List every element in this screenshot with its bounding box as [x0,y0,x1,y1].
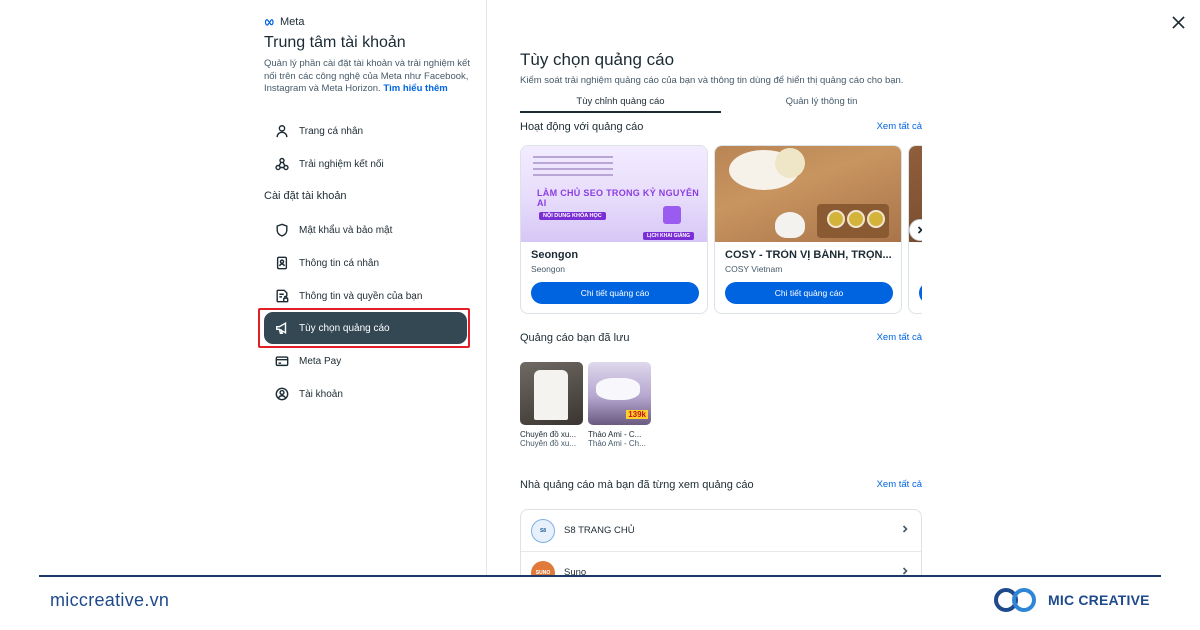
tab-bar: Tùy chỉnh quảng cáo Quản lý thông tin [520,94,922,114]
meta-logo-text: Meta [280,16,305,28]
ad-image-tag: NỘI DUNG KHÓA HỌC [539,212,606,220]
person-icon [274,123,290,139]
ad-image-text-lines [533,152,693,180]
mic-creative-logo-icon [994,588,1036,612]
saved-ad-subtitle: Thảo Ami - Ch... [588,439,646,448]
close-icon [1171,15,1185,29]
footer-brand-name: MIC CREATIVE [1048,592,1150,608]
sidebar-item-label: Thông tin cá nhân [299,257,380,269]
teapot-shape [775,212,805,238]
account-center-description: Quản lý phần cài đặt tài khoản và trải n… [264,58,474,96]
advertiser-name: Suno [564,567,587,575]
sidebar-item-label: Thông tin và quyền của bạn [299,290,423,302]
course-box-icon [663,206,681,224]
sidebar-item-connected-experiences[interactable]: Trải nghiệm kết nối [264,148,467,180]
connected-icon [274,156,290,172]
panel-divider [486,0,487,575]
price-badge: 139k [626,410,648,419]
sidebar-item-password-security[interactable]: Mật khẩu và bảo mật [264,214,467,246]
ad-details-button[interactable]: Chi tiết quảng cáo [531,282,699,304]
sidebar-item-profile[interactable]: Trang cá nhân [264,115,467,147]
advertiser-row[interactable]: S8 S8 TRANG CHỦ [521,510,921,551]
advertiser-name: Seongon [531,249,579,261]
meta-infinity-icon [264,19,274,26]
page-subtitle: Kiểm soát trải nghiệm quảng cáo của bạn … [520,75,904,86]
active-tab-indicator [520,111,721,113]
ad-details-button[interactable]: Chi tiết quảng cáo [725,282,893,304]
advertiser-avatar: S8 [531,518,555,543]
advertisers-heading: Nhà quảng cáo mà bạn đã từng xem quảng c… [520,479,754,491]
shoe-shape [596,378,640,400]
sidebar-item-label: Trải nghiệm kết nối [299,158,384,170]
ad-image-headline: LÀM CHỦ SEO TRONG KỶ NGUYÊN AI [537,188,700,208]
meta-logo: Meta [264,16,304,28]
advertisers-list: S8 S8 TRANG CHỦ SUNO Suno [520,509,922,575]
jacket-shape [534,370,568,420]
ad-activity-carousel: LÀM CHỦ SEO TRONG KỶ NGUYÊN AI NỘI DUNG … [520,145,922,315]
ad-image: LÀM CHỦ SEO TRONG KỶ NGUYÊN AI NỘI DUNG … [521,146,707,242]
saved-ad-thumbnail: 139k [588,362,651,425]
see-all-advertisers-link[interactable]: Xem tất cả [877,479,922,490]
tea-cup-shape [867,210,885,228]
sidebar-item-label: Tài khoản [299,388,343,400]
account-settings-label: Cài đặt tài khoản [264,190,347,202]
ad-preferences-panel: Tùy chọn quảng cáo Kiểm soát trải nghiệm… [520,0,922,575]
tea-cup-shape [847,210,865,228]
advertiser-name: COSY - TRÒN VỊ BÁNH, TRỌN... [725,249,892,261]
chevron-right-icon [917,226,922,234]
account-center-title: Trung tâm tài khoản [264,34,406,51]
id-card-icon [274,255,290,271]
saved-ads-heading: Quảng cáo bạn đã lưu [520,332,630,344]
sidebar-item-label: Trang cá nhân [299,125,364,137]
advertiser-subtitle: COSY Vietnam [725,264,783,274]
advertiser-row[interactable]: SUNO Suno [521,552,921,575]
sidebar-item-personal-details[interactable]: Thông tin cá nhân [264,247,467,279]
footer-divider [39,575,1161,577]
shield-icon [274,222,290,238]
info-lock-icon [274,288,290,304]
advertiser-subtitle: Seongon [531,264,566,274]
tab-customize-ads[interactable]: Tùy chỉnh quảng cáo [520,96,721,107]
account-circle-icon [274,386,290,402]
chevron-right-icon [901,567,909,575]
page-title: Tùy chọn quảng cáo [520,50,675,69]
saved-ad-thumbnail [520,362,583,425]
footer-brand: MIC CREATIVE [992,585,1150,615]
chevron-right-icon [901,525,909,533]
card-icon [274,353,290,369]
learn-more-link[interactable]: Tìm hiểu thêm [383,83,447,94]
advertiser-avatar: SUNO [531,560,555,575]
sidebar-item-accounts[interactable]: Tài khoản [264,378,467,410]
saved-ad-title: Thảo Ami - C... [588,430,642,439]
saved-ad-item[interactable]: 139k Thảo Ami - C... Thảo Ami - Ch... [588,362,652,448]
ad-card[interactable]: COSY - TRÒN VỊ BÁNH, TRỌN... COSY Vietna… [714,145,902,314]
tab-manage-info[interactable]: Quản lý thông tin [721,96,922,107]
see-all-activity-link[interactable]: Xem tất cả [877,121,922,132]
see-all-saved-link[interactable]: Xem tất cả [877,332,922,343]
account-center-sidebar: Meta Trung tâm tài khoản Quản lý phần cà… [250,0,486,575]
tea-cup-shape [827,210,845,228]
ad-card[interactable]: LÀM CHỦ SEO TRONG KỶ NGUYÊN AI NỘI DUNG … [520,145,708,314]
sidebar-item-meta-pay[interactable]: Meta Pay [264,345,467,377]
close-button[interactable] [1168,12,1188,32]
sidebar-item-label: Mật khẩu và bảo mật [299,224,393,236]
ad-image [715,146,901,242]
saved-ad-subtitle: Chuyên đồ xu... [520,439,577,448]
ad-details-button[interactable] [919,282,922,304]
plate-shape [775,148,805,178]
sidebar-item-label: Meta Pay [299,355,342,367]
footer-website: miccreative.vn [50,590,170,610]
saved-ad-item[interactable]: Chuyên đồ xu... Chuyên đồ xu... [520,362,584,448]
advertiser-name: S8 TRANG CHỦ [564,525,635,536]
highlight-box [258,308,470,348]
ad-image-tag: LỊCH KHAI GIẢNG [643,232,695,240]
saved-ad-title: Chuyên đồ xu... [520,430,577,439]
ad-activity-heading: Hoạt động với quảng cáo [520,121,644,133]
